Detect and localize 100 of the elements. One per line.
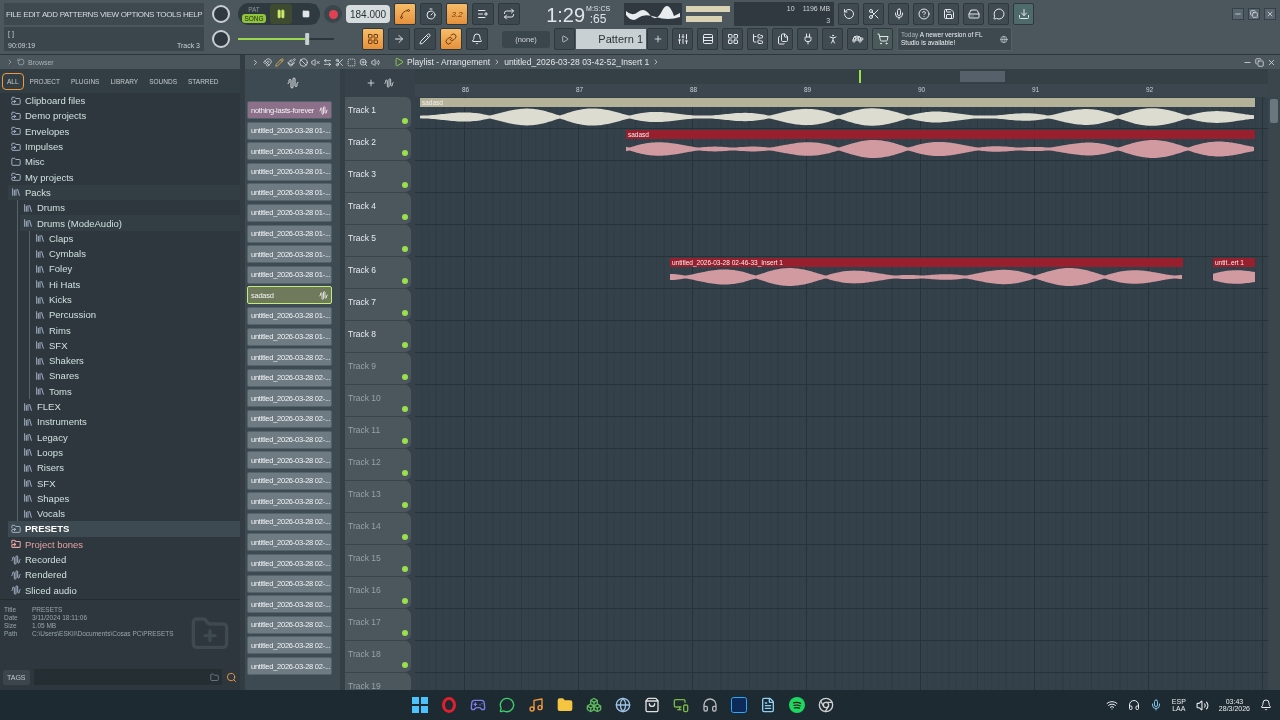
menu-item[interactable]: EDIT xyxy=(23,9,40,19)
browser-item[interactable]: Kicks xyxy=(32,291,240,308)
menu-item[interactable]: OPTIONS xyxy=(120,9,154,19)
chat-app-icon[interactable] xyxy=(499,697,515,713)
browser-item[interactable]: Legacy xyxy=(20,429,240,445)
step-toggle[interactable] xyxy=(362,28,384,50)
mute-icon[interactable] xyxy=(311,57,320,67)
track-enable-toggle[interactable] xyxy=(402,662,408,668)
browser-item[interactable]: Misc xyxy=(8,154,240,170)
brush-icon[interactable] xyxy=(287,57,296,67)
headphones-app-icon[interactable] xyxy=(702,697,718,713)
track-header[interactable]: Track 2 xyxy=(345,129,411,161)
waveform-icon[interactable] xyxy=(286,77,299,89)
browser-item[interactable]: Cymbals xyxy=(32,245,240,262)
browser-item[interactable]: Rims xyxy=(32,322,240,338)
cut-button[interactable] xyxy=(863,3,885,25)
browser-item[interactable]: Instruments xyxy=(20,414,240,430)
select-icon[interactable] xyxy=(347,57,356,67)
save-button[interactable] xyxy=(938,3,960,25)
folder-app-icon[interactable] xyxy=(557,697,573,713)
volume-icon[interactable] xyxy=(1195,698,1209,712)
track-enable-toggle[interactable] xyxy=(402,214,408,220)
pattern-field[interactable]: Pattern 1 xyxy=(576,29,646,49)
track-enable-toggle[interactable] xyxy=(402,342,408,348)
recorder-app-icon[interactable] xyxy=(818,697,834,713)
volume-slider[interactable] xyxy=(238,32,334,46)
browser-item[interactable]: Loops xyxy=(20,444,240,461)
wait-toggle[interactable] xyxy=(420,3,443,25)
waveform-icon[interactable] xyxy=(384,78,394,88)
ban-icon[interactable] xyxy=(299,57,308,67)
browser-item[interactable]: Envelopes xyxy=(8,123,240,139)
globe-app-icon[interactable] xyxy=(615,697,631,713)
play-button[interactable] xyxy=(554,28,575,50)
track-header[interactable]: Track 4 xyxy=(345,193,411,225)
browser-item[interactable]: Shakers xyxy=(32,353,240,369)
browser-item[interactable]: Sliced audio xyxy=(8,582,240,598)
browser-item[interactable]: Shapes xyxy=(20,490,240,506)
browser-item[interactable]: Recorded xyxy=(8,551,240,568)
browser-item[interactable]: SFX xyxy=(32,337,240,354)
track-enable-toggle[interactable] xyxy=(402,310,408,316)
countdown-toggle[interactable]: 3.2 xyxy=(446,3,469,25)
rows-button[interactable] xyxy=(697,28,718,50)
microphone-icon[interactable] xyxy=(1149,699,1162,711)
blend-toggle[interactable] xyxy=(414,28,436,50)
bell-toggle[interactable] xyxy=(466,28,488,50)
browser-item[interactable]: Risers xyxy=(20,460,240,476)
track-header[interactable]: Track 7 xyxy=(345,289,411,321)
plug-button[interactable] xyxy=(797,28,818,50)
track-enable-toggle[interactable] xyxy=(402,150,408,156)
add-button[interactable] xyxy=(647,28,668,50)
close-button[interactable] xyxy=(1264,8,1276,20)
magnet-icon[interactable] xyxy=(263,57,272,67)
monitor-app-icon[interactable] xyxy=(673,697,689,713)
drive-button[interactable] xyxy=(963,3,985,25)
gamepad-app-icon[interactable] xyxy=(470,697,486,713)
expand-icon[interactable] xyxy=(251,57,260,67)
restore-button[interactable] xyxy=(1248,8,1260,20)
knob[interactable] xyxy=(212,5,230,23)
browser-item[interactable]: Snares xyxy=(32,368,240,384)
music-app-icon[interactable] xyxy=(528,697,544,713)
speaker-icon[interactable] xyxy=(371,57,380,67)
notes-app-icon[interactable] xyxy=(760,697,776,713)
help-button[interactable] xyxy=(913,3,935,25)
headphones-icon[interactable] xyxy=(1127,699,1140,711)
browser-item[interactable]: Clipboard files xyxy=(8,93,240,109)
browser-item[interactable]: SFX xyxy=(20,475,240,491)
notification-icon[interactable] xyxy=(1260,699,1272,711)
menu-item[interactable]: HELP xyxy=(183,9,203,19)
slip-icon[interactable] xyxy=(323,57,332,67)
restore-button[interactable] xyxy=(1255,57,1264,67)
browser-item[interactable]: Vocals xyxy=(20,506,240,522)
cart-button[interactable] xyxy=(872,28,893,50)
arrow-toggle[interactable] xyxy=(388,28,410,50)
menu-item[interactable]: FILE xyxy=(6,9,22,19)
track-header[interactable]: Track 3 xyxy=(345,161,411,193)
browser-item[interactable]: Project bones xyxy=(8,536,240,552)
menu-item[interactable]: TOOLS xyxy=(156,9,181,19)
track-enable-toggle[interactable] xyxy=(402,118,408,124)
metronome-toggle[interactable] xyxy=(394,3,417,25)
track-enable-toggle[interactable] xyxy=(402,630,408,636)
track-enable-toggle[interactable] xyxy=(402,182,408,188)
browser-item[interactable]: Claps xyxy=(32,230,240,246)
track-enable-toggle[interactable] xyxy=(402,470,408,476)
browser-item[interactable]: Drums xyxy=(20,200,240,216)
network-icon[interactable] xyxy=(1105,699,1118,711)
track-enable-toggle[interactable] xyxy=(402,598,408,604)
minimize-button[interactable] xyxy=(1232,8,1244,20)
cut-icon[interactable] xyxy=(335,57,344,67)
zoom-icon[interactable] xyxy=(359,57,368,67)
track-enable-toggle[interactable] xyxy=(402,534,408,540)
track-header[interactable]: Track 5 xyxy=(345,225,411,257)
ring-app-icon[interactable] xyxy=(441,697,457,713)
tags-field[interactable] xyxy=(33,669,222,685)
overdub-toggle[interactable] xyxy=(472,3,495,25)
add-icon[interactable] xyxy=(366,78,376,88)
browser-item[interactable]: Hi Hats xyxy=(32,276,240,292)
files-button[interactable] xyxy=(772,28,793,50)
browser-item[interactable]: Demo projects xyxy=(8,108,240,124)
browser-item[interactable]: Toms xyxy=(32,383,240,399)
chat-button[interactable] xyxy=(988,3,1010,25)
